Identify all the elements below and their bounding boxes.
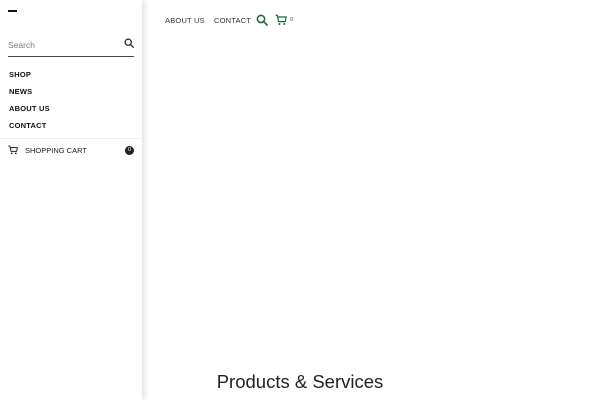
- menu-close-icon[interactable]: [8, 10, 17, 12]
- menu-item-about-us[interactable]: About Us: [0, 100, 142, 117]
- drawer-search: [8, 36, 134, 57]
- search-icon[interactable]: [124, 38, 134, 48]
- header-search-icon[interactable]: [256, 14, 268, 26]
- cart-icon: [8, 145, 18, 155]
- header-cart-count: 0: [290, 17, 294, 23]
- header-cart-icon[interactable]: [275, 14, 287, 26]
- nav-link-contact[interactable]: Contact: [214, 16, 251, 25]
- menu-item-shop[interactable]: Shop: [0, 66, 142, 83]
- menu-item-news[interactable]: News: [0, 83, 142, 100]
- search-input[interactable]: [8, 37, 118, 53]
- cart-count-badge: 0: [125, 146, 134, 155]
- nav-link-about-us[interactable]: About Us: [165, 16, 205, 25]
- drawer-menu: Shop News About Us Contact: [0, 66, 142, 134]
- shopping-cart-link[interactable]: Shopping Cart 0: [0, 138, 142, 163]
- shopping-cart-label: Shopping Cart: [25, 146, 87, 155]
- menu-item-contact[interactable]: Contact: [0, 117, 142, 134]
- side-menu-drawer: Shop News About Us Contact Shopping Cart…: [0, 0, 142, 400]
